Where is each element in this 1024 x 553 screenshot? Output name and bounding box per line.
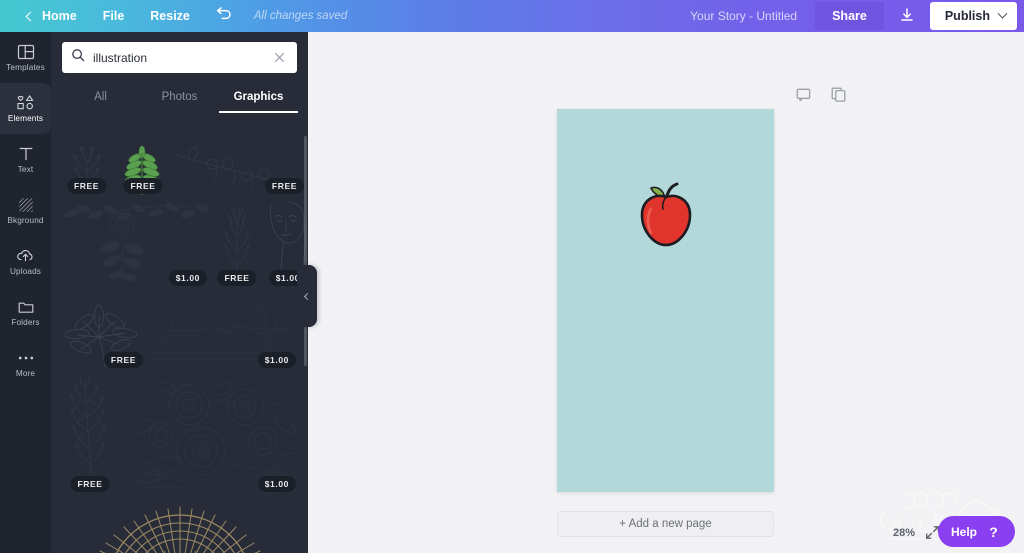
share-button[interactable]: Share [815, 2, 884, 30]
undo-button[interactable] [203, 2, 244, 30]
price-badge: FREE [123, 178, 162, 194]
sidebar-item-text[interactable]: Text [0, 134, 51, 185]
page-toolbar [308, 82, 1024, 112]
publish-button[interactable]: Publish [930, 2, 1017, 30]
help-button[interactable]: Help ? [938, 516, 1015, 547]
search-box[interactable] [62, 42, 297, 73]
graphic-fern-stalk[interactable]: FREE [59, 373, 121, 495]
file-menu-button[interactable]: File [90, 3, 138, 29]
price-badge: $1.00 [258, 476, 296, 492]
sidebar-item-label: Folders [11, 319, 39, 327]
search-input[interactable] [93, 51, 263, 65]
graphic-floral-bouquet-engraving[interactable]: $1.00 [125, 373, 300, 495]
sidebar-item-background[interactable]: Bkground [0, 185, 51, 236]
results-grid: FREE [51, 135, 308, 553]
tab-all[interactable]: All [61, 85, 140, 113]
search-bar-container [51, 32, 308, 73]
publish-button-label: Publish [945, 9, 990, 23]
resize-button-label: Resize [150, 9, 190, 23]
price-badge: FREE [70, 476, 109, 492]
templates-icon [17, 43, 35, 61]
red-apple-illustration[interactable] [635, 179, 697, 249]
result-tabs: All Photos Graphics [51, 85, 308, 113]
comment-button[interactable] [788, 82, 819, 112]
canva-editor-window: Home File Resize All changes saved Your … [0, 0, 1024, 553]
background-icon [17, 196, 35, 214]
chevron-left-icon [303, 292, 310, 299]
left-sidebar: Templates Elements Text [0, 32, 51, 553]
sidebar-item-label: Uploads [10, 268, 41, 276]
graphic-tall-grass-sprig[interactable]: FREE [215, 199, 259, 289]
price-badge: $1.00 [258, 352, 296, 368]
text-icon [17, 145, 35, 163]
undo-arrow-icon [215, 6, 232, 26]
sidebar-item-label: Templates [6, 64, 45, 72]
home-button[interactable]: Home [14, 3, 90, 29]
search-icon [71, 48, 85, 67]
design-page-canvas[interactable] [557, 109, 774, 492]
tab-graphics[interactable]: Graphics [219, 85, 298, 113]
download-button[interactable] [890, 2, 924, 31]
top-toolbar-left: Home File Resize All changes saved [0, 2, 347, 30]
results-row: FREE [59, 499, 300, 553]
sidebar-item-label: More [16, 370, 35, 378]
sidebar-item-label: Elements [8, 115, 43, 123]
close-icon[interactable] [271, 49, 288, 66]
sidebar-item-more[interactable]: More [0, 338, 51, 389]
graphic-leafy-rose-wreath[interactable]: $1.00 [59, 199, 211, 289]
price-badge: FREE [265, 178, 304, 194]
back-chevron-icon [26, 11, 36, 21]
graphic-townscape-engraving[interactable]: $1.00 [151, 291, 300, 371]
top-toolbar-right: Your Story - Untitled Share Publish [690, 2, 1024, 31]
price-badge: FREE [67, 178, 106, 194]
graphic-sprig-sketch[interactable]: FREE [59, 139, 114, 197]
home-button-label: Home [42, 9, 77, 23]
graphic-lily-cluster[interactable]: FREE [59, 291, 147, 371]
editor-canvas-area: + Add a new page [308, 32, 1024, 553]
price-badge: FREE [104, 352, 143, 368]
tab-photos[interactable]: Photos [140, 85, 219, 113]
sidebar-item-uploads[interactable]: Uploads [0, 236, 51, 287]
results-row: $1.00 [59, 199, 300, 289]
top-toolbar: Home File Resize All changes saved Your … [0, 0, 1024, 32]
duplicate-page-button[interactable] [823, 82, 854, 112]
sidebar-item-elements[interactable]: Elements [0, 83, 51, 134]
panel-scrollbar[interactable] [304, 136, 307, 366]
chevron-down-icon [998, 8, 1008, 18]
results-row: FREE [59, 139, 300, 197]
elements-search-panel: All Photos Graphics [51, 32, 308, 553]
zoom-level-label[interactable]: 28% [893, 527, 915, 539]
sidebar-item-label: Text [18, 166, 34, 174]
sidebar-item-folders[interactable]: Folders [0, 287, 51, 338]
document-title[interactable]: Your Story - Untitled [690, 9, 797, 23]
resize-button[interactable]: Resize [137, 3, 203, 29]
duplicate-page-icon [831, 87, 846, 107]
sidebar-item-templates[interactable]: Templates [0, 32, 51, 83]
results-grid-scroll[interactable]: FREE [51, 135, 308, 553]
panel-collapse-button[interactable] [297, 265, 317, 327]
graphic-flowering-branch[interactable]: FREE [172, 139, 308, 197]
elements-icon [16, 94, 36, 112]
results-row: FREE [59, 373, 300, 495]
download-icon [899, 7, 915, 26]
zoom-controls: 28% [893, 525, 940, 540]
help-button-label: Help [951, 525, 977, 539]
question-mark-icon: ? [985, 523, 1002, 540]
more-dots-icon [17, 349, 35, 367]
add-new-page-button[interactable]: + Add a new page [557, 511, 774, 537]
sidebar-item-label: Bkground [7, 217, 43, 225]
folder-icon [17, 298, 35, 316]
upload-cloud-icon [16, 247, 35, 265]
price-badge: $1.00 [169, 270, 207, 286]
graphic-green-fern-leaf[interactable]: FREE [118, 139, 168, 197]
save-status-text: All changes saved [244, 10, 347, 22]
price-badge: FREE [217, 270, 256, 286]
results-row: FREE [59, 291, 300, 371]
comment-icon [796, 88, 811, 107]
graphic-sunburst-mandala[interactable]: FREE [59, 499, 300, 553]
file-menu-label: File [103, 9, 125, 23]
